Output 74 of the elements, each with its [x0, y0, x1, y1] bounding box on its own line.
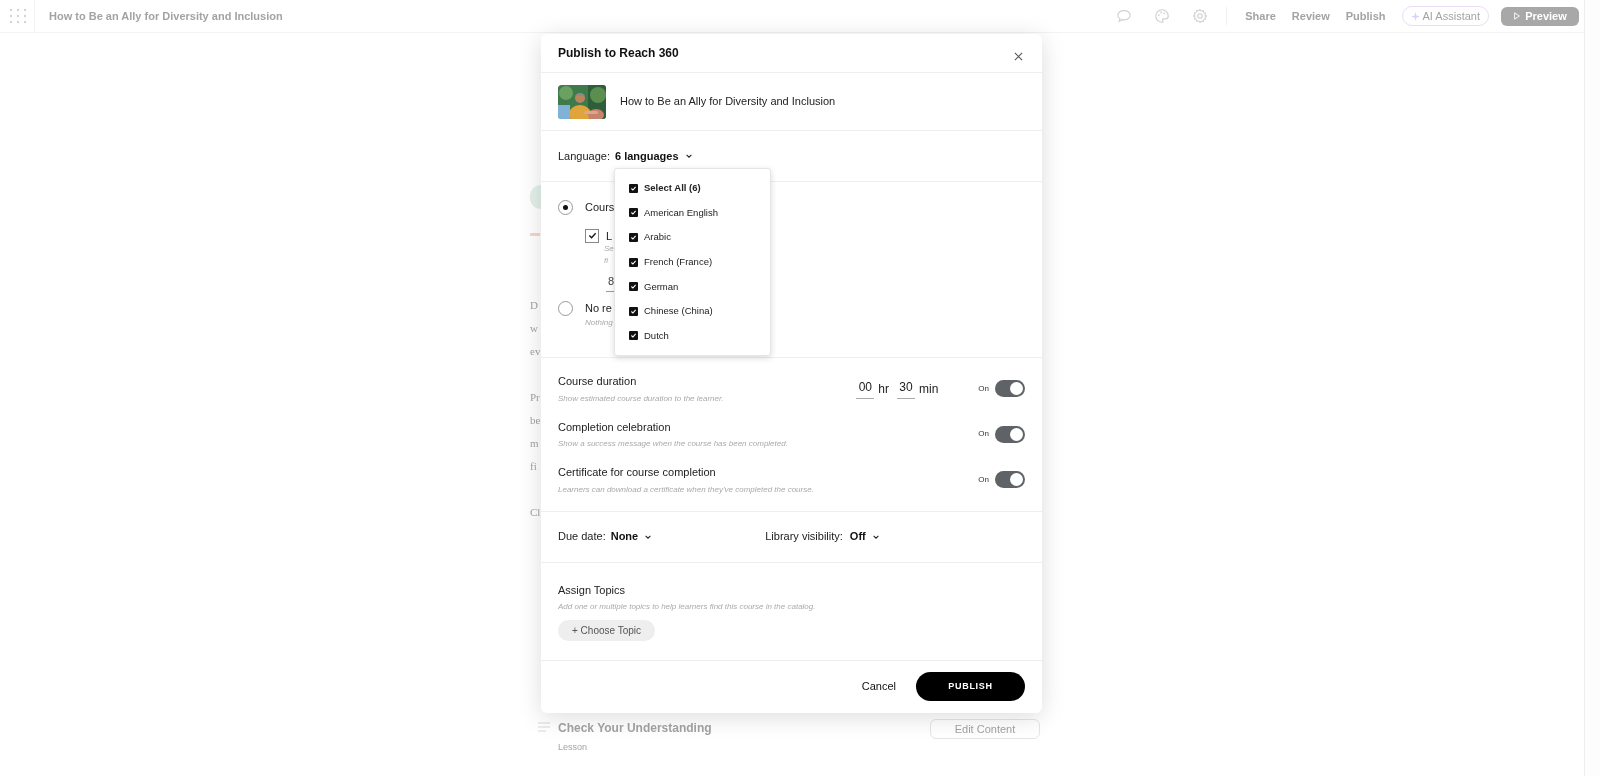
lesson-title: Check Your Understanding — [558, 720, 712, 737]
option-hint: Se — [604, 242, 615, 255]
language-dropdown[interactable]: 6 languages — [615, 147, 693, 165]
course-title: How to Be an Ally for Diversity and Inclusion — [49, 8, 283, 24]
setting-hint: Show estimated course duration to the learner. — [558, 392, 724, 405]
toggle-switch[interactable] — [995, 380, 1025, 398]
setting-title: Course duration — [558, 374, 638, 389]
language-option[interactable]: American English — [629, 200, 770, 226]
paragraph-fragment: Pr — [530, 390, 540, 405]
chevron-icon — [684, 152, 693, 160]
checkbox[interactable] — [629, 282, 638, 292]
toggle-state-label: On — [978, 382, 989, 395]
publish-button[interactable]: PUBLISH — [916, 672, 1025, 701]
option-label: No re — [585, 301, 612, 316]
checkbox[interactable] — [629, 331, 638, 341]
language-option[interactable]: German — [629, 274, 770, 299]
sparkle-icon — [1410, 11, 1420, 21]
check-icon — [630, 307, 637, 315]
option-label: Cours — [585, 200, 615, 215]
language-option[interactable]: French (France) — [629, 249, 770, 275]
paragraph-fragment: ev — [530, 344, 541, 359]
option-hint: Nothing — [585, 316, 614, 329]
setting-hint: Learners can download a certificate when they've completed the course. — [558, 483, 814, 496]
setting-hint: Show a success message when the course has been completed. — [558, 438, 788, 450]
toggle-state-label: On — [978, 428, 989, 441]
cancel-button[interactable]: Cancel — [861, 678, 896, 695]
paragraph-fragment: w — [530, 321, 538, 336]
setting-title: Completion celebration — [558, 419, 672, 435]
paragraph-fragment: Cl — [530, 505, 541, 520]
setting-title: Certificate for course completion — [558, 465, 717, 480]
course-name: How to Be an Ally for Diversity and Inclusion — [620, 94, 836, 110]
toggle-switch[interactable] — [995, 471, 1025, 489]
option-hint: fi — [604, 254, 609, 267]
minutes-field[interactable]: 30 — [897, 378, 915, 400]
paragraph-fragment: fi — [530, 459, 537, 474]
due-date-label: Due date: — [558, 529, 606, 545]
checkbox[interactable] — [629, 183, 638, 193]
language-option[interactable]: Arabic — [629, 225, 770, 250]
language-option[interactable]: Chinese (China) — [629, 298, 770, 324]
play-icon — [1513, 12, 1522, 20]
language-option[interactable]: Dutch — [629, 323, 770, 349]
unit-label: min — [919, 380, 939, 398]
unit-label: hr — [878, 380, 889, 398]
dialog-title: Publish to Reach 360 — [558, 45, 679, 62]
check-icon — [630, 184, 637, 192]
check-icon — [587, 231, 597, 240]
section-hint: Add one or multiple topics to help learners find this course in the catalog. — [558, 601, 816, 613]
check-icon — [630, 209, 637, 217]
close-icon[interactable] — [1014, 51, 1023, 61]
library-visibility-label: Library visibility: — [765, 529, 843, 545]
paragraph-fragment: D — [530, 298, 538, 313]
check-icon — [630, 258, 637, 266]
checkbox[interactable] — [629, 208, 638, 218]
choose-topic-button[interactable]: + Choose Topic — [558, 620, 656, 641]
hours-field[interactable]: 00 — [856, 378, 875, 400]
language-label: Language: — [558, 148, 610, 164]
library-visibility-dropdown[interactable]: Off — [849, 528, 880, 545]
option-label: L — [606, 228, 614, 243]
toggle-state-label: On — [978, 473, 989, 486]
check-icon — [630, 332, 637, 340]
due-date-dropdown[interactable]: None — [610, 528, 653, 545]
checkbox[interactable] — [629, 257, 638, 267]
checkbox[interactable] — [629, 306, 638, 316]
paragraph-fragment: be — [530, 413, 541, 428]
lesson-list-icon — [538, 722, 550, 732]
paragraph-fragment: m — [530, 436, 539, 451]
checkbox[interactable] — [585, 228, 599, 243]
toggle-switch[interactable] — [995, 425, 1025, 443]
check-icon — [630, 283, 637, 291]
language-option[interactable]: Select All (6) — [629, 176, 770, 201]
check-icon — [630, 234, 637, 241]
section-title: Assign Topics — [558, 582, 626, 598]
lesson-type: Lesson — [558, 741, 589, 754]
checkbox[interactable] — [629, 233, 638, 242]
